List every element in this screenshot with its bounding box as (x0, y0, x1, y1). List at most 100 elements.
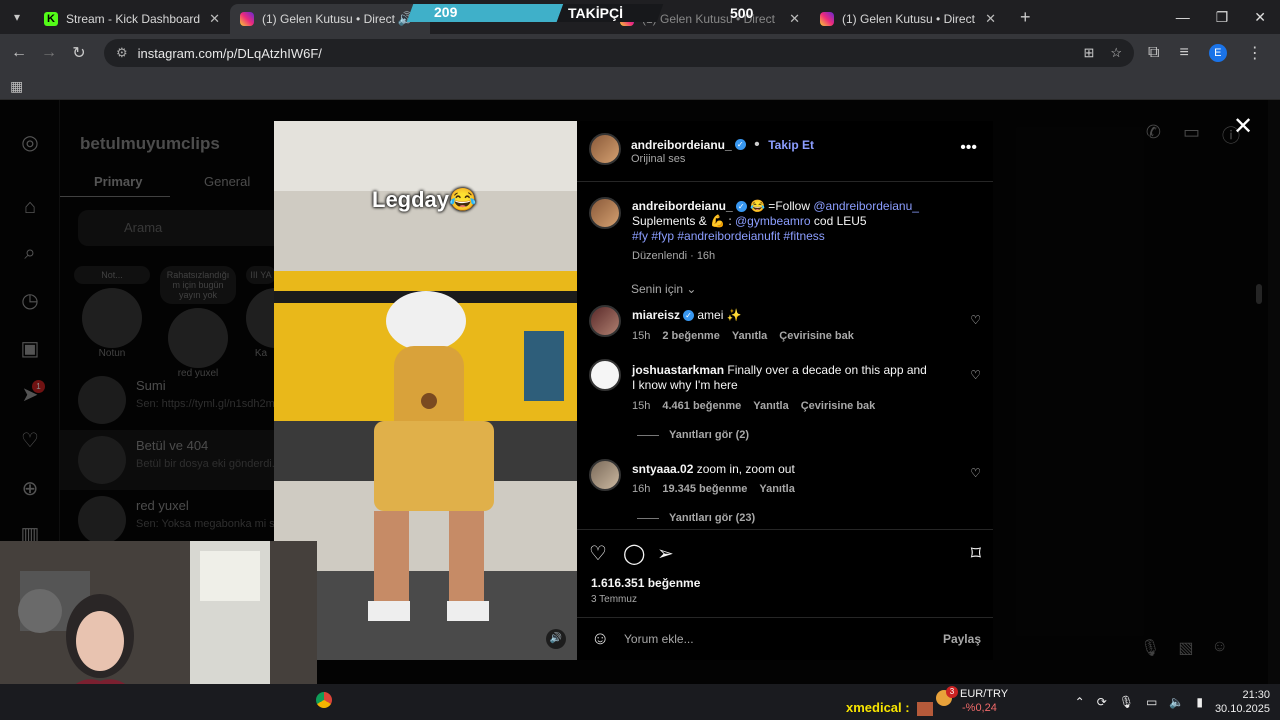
reply-link[interactable]: Yanıtla (753, 400, 788, 412)
header-divider (577, 181, 993, 182)
comment-time: 15h (632, 330, 651, 342)
install-app-icon[interactable]: ⊞ (1083, 45, 1094, 61)
reload-icon[interactable]: ↻ (64, 43, 94, 63)
post-comment-button[interactable]: Paylaş (943, 632, 981, 646)
currency-ticker[interactable]: 3 EUR/TRY -%0,24 (934, 686, 1024, 718)
network-icon[interactable]: ▭ (1146, 695, 1157, 709)
caption-username[interactable]: andreibordeianu_ (632, 199, 733, 213)
view-replies-link[interactable]: Yanıtları gör (23) (637, 512, 755, 524)
like-icon[interactable]: ♡ (589, 541, 607, 566)
translate-link[interactable]: Çevirisine bak (801, 400, 876, 412)
post-video[interactable]: Legday😂 🔊 (274, 121, 577, 660)
dot-separator: • (754, 136, 760, 153)
comment-icon[interactable]: ◯ (623, 541, 645, 566)
chat-username: xmedical : (846, 700, 910, 715)
bookmarks-bar: ▦ (0, 72, 1280, 100)
close-window-icon[interactable]: ✕ (1254, 9, 1266, 26)
comment-body: joshuastarkman Finally over a decade on … (632, 363, 932, 393)
tab-instagram-direct-3[interactable]: (1) Gelen Kutusu • Direct ✕ (810, 4, 1006, 34)
emoji-icon[interactable]: ☺ (591, 628, 609, 649)
comment-username[interactable]: sntyaaa.02 (632, 462, 693, 476)
hashtag-links[interactable]: #fy #fyp #andreibordeianufit #fitness (632, 229, 825, 243)
author-avatar[interactable] (589, 133, 621, 165)
forward-icon[interactable]: → (34, 44, 64, 62)
comment-likes[interactable]: 2 beğenme (662, 330, 719, 342)
comment-text: zoom in, zoom out (696, 462, 795, 476)
save-bookmark-icon[interactable]: ⌑ (971, 541, 981, 566)
close-tab-icon[interactable]: ✕ (209, 11, 220, 27)
more-options-icon[interactable]: ••• (960, 139, 977, 157)
profile-avatar[interactable]: E (1208, 44, 1227, 62)
stream-chat-overlay: xmedical : (846, 700, 934, 716)
caption-author-avatar[interactable] (589, 197, 621, 229)
extensions-icon[interactable]: ⧉ (1148, 44, 1159, 62)
battery-icon[interactable]: ▮ (1196, 695, 1203, 709)
comment-username[interactable]: miareisz (632, 308, 680, 322)
comment-likes[interactable]: 4.461 beğenme (662, 400, 741, 412)
window-controls: — ❐ ✕ (1176, 9, 1280, 26)
audio-label[interactable]: Orijinal ses (631, 153, 685, 165)
close-modal-icon[interactable]: ✕ (1233, 112, 1253, 141)
site-info-icon[interactable]: ⚙ (116, 45, 128, 61)
comment-input[interactable]: Yorum ekle... (624, 632, 694, 646)
kick-logo-icon: K (44, 12, 58, 26)
caption-text-c: cod LEU5 (813, 214, 867, 228)
post-caption: andreibordeianu_ ✓ 😂 =Follow @andreiborde… (632, 199, 932, 244)
verified-badge-icon: ✓ (734, 139, 746, 151)
tab-title: Stream - Kick Dashboard (66, 12, 201, 26)
instagram-logo-icon (820, 12, 834, 26)
sort-label: Senin için (631, 282, 684, 296)
sort-dropdown[interactable]: Senin için ⌄ (631, 282, 696, 296)
comment-username[interactable]: joshuastarkman (632, 363, 724, 377)
comment-avatar[interactable] (589, 359, 621, 391)
reply-link[interactable]: Yanıtla (732, 330, 767, 342)
likes-count[interactable]: 1.616.351 beğenme (591, 576, 700, 590)
tab-kick-dashboard[interactable]: K Stream - Kick Dashboard ✕ (34, 4, 230, 34)
verified-badge-icon: ✓ (683, 310, 695, 322)
chrome-taskbar-icon[interactable] (316, 692, 332, 708)
tab-search-icon[interactable]: ▾ (0, 0, 34, 34)
maximize-icon[interactable]: ❐ (1216, 9, 1229, 26)
url-bar[interactable]: ⚙ instagram.com/p/DLqAtzhIW6F/ ⊞ ☆ (104, 39, 1134, 67)
clock-time: 21:30 (1242, 689, 1270, 701)
comment-time: 16h (632, 483, 651, 495)
comment-avatar[interactable] (589, 305, 621, 337)
follower-current: 209 (434, 4, 458, 20)
caption-text-a: 😂 =Follow (750, 199, 810, 213)
tab-instagram-direct-1[interactable]: (1) Gelen Kutusu • Direct 🔊 (230, 4, 430, 34)
view-replies-link[interactable]: Yanıtları gör (2) (637, 429, 749, 441)
comment-body: sntyaaa.02 zoom in, zoom out (632, 462, 795, 476)
comment-like-icon[interactable]: ♡ (970, 368, 981, 382)
close-tab-icon[interactable]: ✕ (985, 11, 996, 27)
mention-link[interactable]: @andreibordeianu_ (813, 199, 919, 213)
address-toolbar: ← → ↻ ⚙ instagram.com/p/DLqAtzhIW6F/ ⊞ ☆… (0, 34, 1280, 72)
comment-like-icon[interactable]: ♡ (970, 466, 981, 480)
sync-icon[interactable]: ⟳ (1097, 695, 1107, 709)
instagram-logo-icon (240, 12, 254, 26)
comment-like-icon[interactable]: ♡ (970, 313, 981, 327)
media-control-icon[interactable]: ≡ (1179, 44, 1188, 62)
bookmark-star-icon[interactable]: ☆ (1110, 45, 1122, 61)
author-username[interactable]: andreibordeianu_ (631, 138, 732, 152)
post-header: andreibordeianu_ ✓ • Takip Et (631, 136, 814, 154)
apps-grid-icon[interactable]: ▦ (10, 78, 23, 95)
taskbar-clock[interactable]: 21:30 30.10.2025 (1215, 688, 1270, 716)
menu-kebab-icon[interactable]: ⋮ (1247, 43, 1263, 63)
new-tab-icon[interactable]: + (1020, 7, 1031, 28)
chevron-down-icon: ⌄ (686, 282, 697, 296)
share-icon[interactable]: ➢ (657, 541, 674, 566)
translate-link[interactable]: Çevirisine bak (779, 330, 854, 342)
close-tab-icon[interactable]: ✕ (789, 11, 800, 27)
follow-button[interactable]: Takip Et (768, 138, 814, 152)
microphone-icon[interactable]: 🎙 (1119, 695, 1134, 709)
comment-likes[interactable]: 19.345 beğenme (662, 483, 747, 495)
back-icon[interactable]: ← (4, 44, 34, 62)
mention-link[interactable]: @gymbeamro (735, 214, 811, 228)
chevron-up-icon[interactable]: ⌃ (1075, 695, 1085, 709)
volume-icon[interactable]: 🔈 (1169, 695, 1184, 709)
windows-taskbar: 3 EUR/TRY -%0,24 ⌃ ⟳ 🎙 ▭ 🔈 ▮ 21:30 30.10… (0, 684, 1280, 720)
mute-icon[interactable]: 🔊 (546, 629, 566, 649)
comment-avatar[interactable] (589, 459, 621, 491)
reply-link[interactable]: Yanıtla (759, 483, 794, 495)
minimize-icon[interactable]: — (1176, 9, 1190, 26)
